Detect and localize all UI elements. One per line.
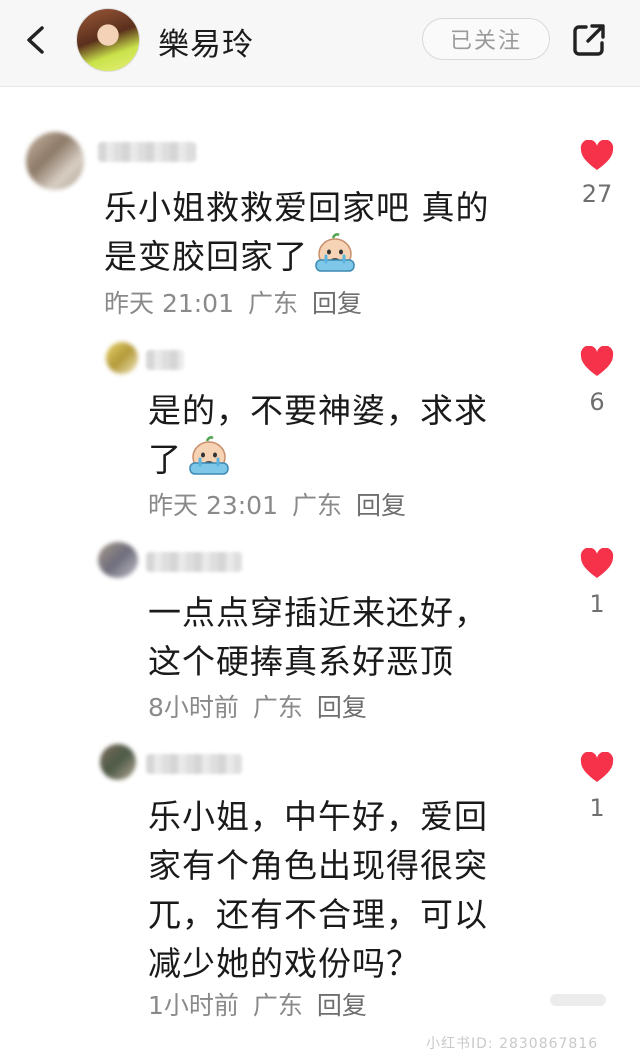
back-button[interactable] — [18, 22, 54, 58]
comment-meta: 1小时前 广东 回复 — [148, 986, 381, 1022]
crying-emoji-icon — [189, 436, 229, 475]
comment-time: 8小时前 — [148, 693, 239, 722]
comment-line: 家有个角色出现得很突 — [148, 846, 488, 885]
heart-icon[interactable] — [580, 548, 614, 580]
heart-icon[interactable] — [580, 140, 614, 172]
commenter-avatar[interactable] — [100, 744, 136, 780]
comment-line: 减少她的戏份吗？ — [148, 944, 420, 983]
comment-text: 乐小姐救救爱回家吧 真的 是变胶回家了 — [104, 183, 564, 281]
comment-location: 广东 — [252, 693, 303, 722]
comment-text: 一点点穿插近来还好， 这个硬捧真系好恶顶 — [148, 588, 558, 686]
comment-line: 一点点穿插近来还好， — [148, 593, 488, 632]
comment-line: 乐小姐救救爱回家吧 真的 — [104, 188, 490, 227]
reply-button[interactable]: 回复 — [317, 991, 367, 1020]
comment-meta: 8小时前 广东 回复 — [148, 688, 381, 724]
comment-location: 广东 — [252, 991, 303, 1020]
follow-button[interactable]: 已关注 — [422, 18, 550, 60]
comment-meta: 昨天 21:01 广东 回复 — [104, 284, 376, 320]
comment-text: 是的，不要神婆，求求 了 — [148, 386, 558, 484]
comment-meta: 昨天 23:01 广东 回复 — [148, 486, 420, 522]
comment-line: 是变胶回家了 — [104, 232, 564, 281]
comment-time: 昨天 21:01 — [104, 289, 234, 318]
commenter-avatar[interactable] — [106, 342, 138, 374]
like-count: 1 — [589, 590, 605, 618]
share-button[interactable] — [570, 21, 608, 59]
commenter-name-blurred[interactable] — [146, 350, 184, 370]
heart-icon[interactable] — [580, 346, 614, 378]
watermark: 小红书ID: 2830867816 — [426, 1036, 599, 1052]
reply-button[interactable]: 回复 — [317, 693, 367, 722]
commenter-avatar[interactable] — [26, 132, 84, 190]
profile-username[interactable]: 樂易玲 — [158, 19, 254, 64]
comment-location: 广东 — [292, 491, 343, 520]
top-bar: 樂易玲 已关注 — [0, 0, 640, 87]
commenter-avatar[interactable] — [98, 542, 138, 578]
comment-line-text: 了 — [148, 440, 182, 479]
heart-icon[interactable] — [580, 752, 614, 784]
commenter-name-blurred[interactable] — [146, 754, 242, 774]
scroll-indicator — [550, 994, 606, 1006]
comment-time: 昨天 23:01 — [148, 491, 278, 520]
commenter-name-blurred[interactable] — [146, 552, 242, 572]
chevron-left-icon — [27, 26, 44, 54]
comment-time: 1小时前 — [148, 991, 239, 1020]
commenter-name-blurred[interactable] — [98, 142, 196, 162]
comment-line: 兀，还有不合理，可以 — [148, 895, 488, 934]
comment-line-text: 是变胶回家了 — [104, 237, 308, 276]
comment-line: 是的，不要神婆，求求 — [148, 391, 488, 430]
comment-text: 乐小姐，中午好，爱回 家有个角色出现得很突 兀，还有不合理，可以 减少她的戏份吗… — [148, 792, 568, 988]
reply-button[interactable]: 回复 — [312, 289, 362, 318]
comment-location: 广东 — [248, 289, 299, 318]
comment-line: 乐小姐，中午好，爱回 — [148, 797, 488, 836]
like-count: 1 — [589, 794, 605, 822]
like-count: 27 — [581, 180, 613, 208]
reply-button[interactable]: 回复 — [356, 491, 406, 520]
profile-avatar[interactable] — [76, 8, 140, 72]
crying-emoji-icon — [315, 233, 355, 272]
comment-line: 这个硬捧真系好恶顶 — [148, 642, 454, 681]
share-icon — [573, 24, 605, 56]
comment-line: 了 — [148, 435, 558, 484]
like-count: 6 — [589, 388, 605, 416]
